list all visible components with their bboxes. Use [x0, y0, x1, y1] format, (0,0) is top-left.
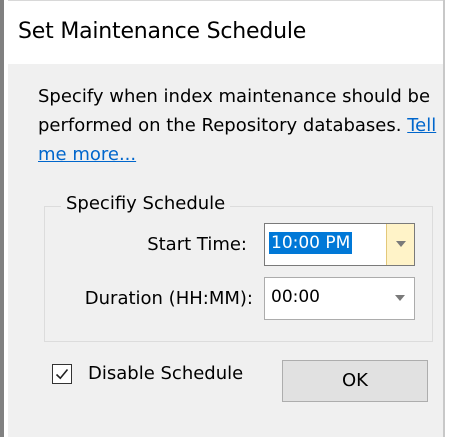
duration-label: Duration (HH:MM): [84, 288, 253, 309]
schedule-group-title: Specifiy Schedule [61, 193, 231, 214]
start-time-dropdown[interactable]: 10:00 PM [264, 223, 415, 266]
chevron-down-icon [395, 295, 405, 301]
disable-schedule-label[interactable]: Disable Schedule [88, 363, 243, 384]
disable-schedule-checkbox[interactable] [52, 364, 72, 384]
dialog-title: Set Maintenance Schedule [18, 19, 307, 44]
duration-dropdown[interactable]: 00:00 [264, 277, 415, 320]
dialog-title-bar: Set Maintenance Schedule [8, 0, 443, 65]
description-text: Specify when index maintenance should be… [38, 86, 431, 136]
ok-button[interactable]: OK [282, 360, 428, 402]
dialog-description: Specify when index maintenance should be… [38, 82, 448, 169]
schedule-groupbox: Specifiy Schedule Start Time: 10:00 PM D… [44, 193, 433, 342]
dialog-body: Specify when index maintenance should be… [8, 64, 443, 437]
start-time-label: Start Time: [147, 234, 247, 255]
duration-value: 00:00 [271, 287, 320, 307]
duration-dropdown-button[interactable] [386, 278, 414, 319]
start-time-value: 10:00 PM [269, 232, 353, 254]
set-maintenance-schedule-dialog: Set Maintenance Schedule Specify when in… [0, 0, 445, 437]
chevron-down-icon [396, 241, 406, 247]
checkmark-icon [55, 368, 69, 380]
start-time-dropdown-button[interactable] [386, 224, 414, 265]
